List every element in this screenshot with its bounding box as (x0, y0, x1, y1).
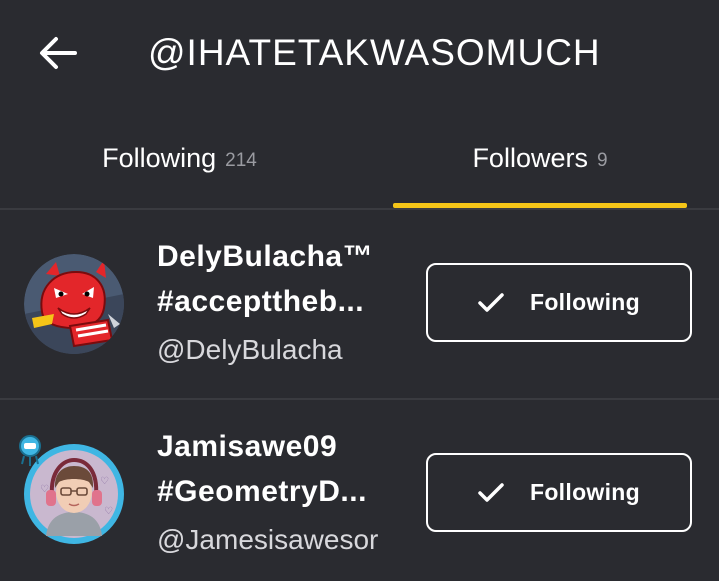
back-arrow-icon (40, 37, 77, 69)
following-button[interactable]: Following (426, 453, 692, 532)
tab-following[interactable]: Following 214 (0, 108, 359, 208)
user-display-name: DelyBulacha™ (157, 240, 374, 273)
user-handle: @Jamesisawesor (157, 524, 379, 555)
check-icon (478, 482, 504, 503)
app: @IHATETAKWASOMUCH Following 214 Follower… (0, 0, 719, 581)
tab-followers[interactable]: Followers 9 (393, 108, 687, 208)
following-button[interactable]: Following (426, 263, 692, 342)
user-display-name: Jamisawe09 (157, 430, 338, 463)
list-item[interactable]: ♡ ♡ ♡ Jamisawe09 #GeometryD... @Jamesisa… (0, 400, 719, 581)
following-button-label: Following (529, 479, 640, 505)
tab-followers-label: Followers (472, 142, 588, 173)
list-item[interactable]: DelyBulacha™ #accepttheb... @DelyBulacha… (0, 210, 719, 400)
followers-list: DelyBulacha™ #accepttheb... @DelyBulacha… (0, 210, 719, 581)
user-display-name-line2: #accepttheb... (157, 285, 365, 318)
svg-text:♡: ♡ (104, 506, 113, 517)
back-button[interactable] (30, 28, 86, 78)
user-info: DelyBulacha™ #accepttheb... @DelyBulacha (157, 234, 392, 374)
avatar[interactable] (24, 254, 124, 354)
page-title: @IHATETAKWASOMUCH (148, 32, 601, 73)
tab-bar: Following 214 Followers 9 (0, 108, 719, 208)
following-button-label: Following (529, 289, 640, 315)
check-icon (478, 292, 504, 313)
tab-following-count: 214 (225, 149, 257, 171)
tab-followers-count: 9 (596, 149, 608, 171)
tab-following-label: Following (102, 142, 217, 173)
user-display-name-line2: #GeometryD... (157, 475, 367, 508)
user-info: Jamisawe09 #GeometryD... @Jamesisawesor (157, 424, 392, 564)
svg-text:♡: ♡ (100, 476, 109, 487)
user-handle: @DelyBulacha (157, 334, 343, 365)
header: @IHATETAKWASOMUCH (0, 0, 719, 108)
avatar[interactable]: ♡ ♡ ♡ (19, 435, 124, 544)
